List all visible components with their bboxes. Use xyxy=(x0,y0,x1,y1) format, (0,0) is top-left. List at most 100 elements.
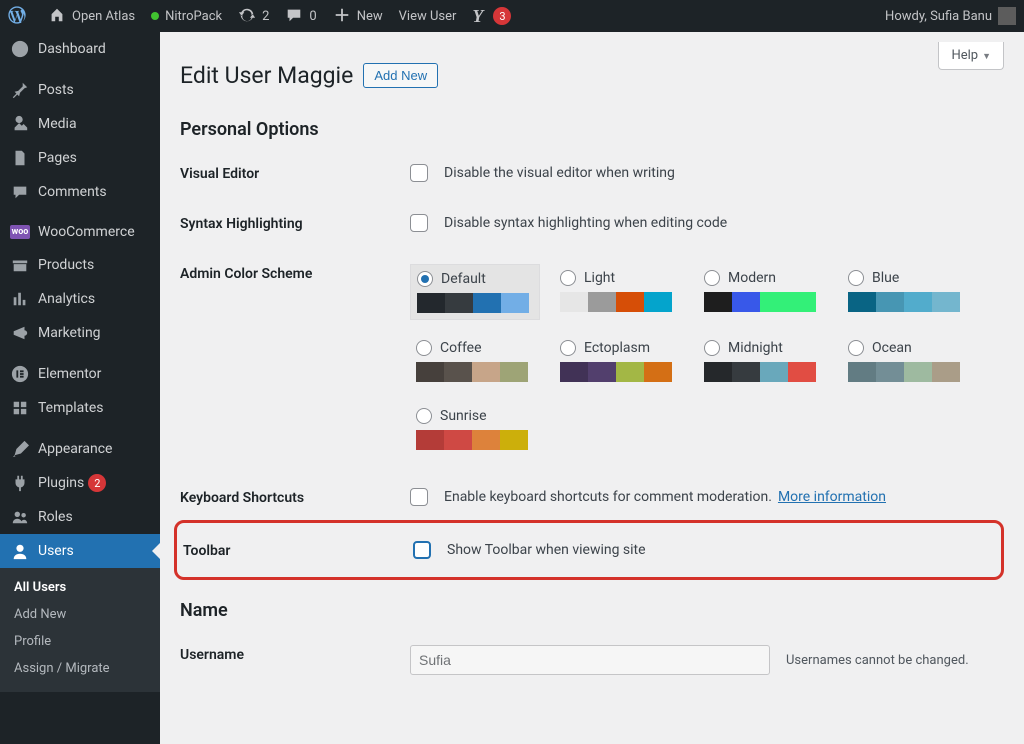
new-content-link[interactable]: New xyxy=(325,0,391,32)
comments-link[interactable]: 0 xyxy=(277,0,324,32)
swatch xyxy=(500,430,528,450)
wp-logo[interactable] xyxy=(0,0,40,32)
plugins-icon xyxy=(10,474,30,492)
swatch xyxy=(848,292,876,312)
sidebar-label: Users xyxy=(38,543,74,559)
keyboard-checkbox[interactable] xyxy=(410,488,428,506)
sidebar-label: Plugins xyxy=(38,475,84,491)
swatch xyxy=(473,293,501,313)
scheme-label: Blue xyxy=(872,270,899,286)
scheme-coffee[interactable]: Coffee xyxy=(410,334,540,388)
swatch xyxy=(417,293,445,313)
sidebar-item-woocommerce[interactable]: woo WooCommerce xyxy=(0,215,160,248)
scheme-sunrise[interactable]: Sunrise xyxy=(410,402,540,456)
scheme-blue[interactable]: Blue xyxy=(842,264,972,320)
sidebar-item-appearance[interactable]: Appearance xyxy=(0,431,160,466)
account-link[interactable]: Howdy, Sufia Banu xyxy=(877,0,1024,32)
syntax-text: Disable syntax highlighting when editing… xyxy=(444,215,727,231)
row-toolbar: Toolbar Show Toolbar when viewing site xyxy=(183,541,1001,559)
help-label: Help xyxy=(951,48,978,63)
help-tab[interactable]: Help ▼ xyxy=(938,42,1004,70)
sidebar-label: Media xyxy=(38,116,77,132)
sidebar-label: Products xyxy=(38,257,94,273)
row-syntax-highlighting: Syntax Highlighting Disable syntax highl… xyxy=(180,214,1004,232)
swatch xyxy=(472,430,500,450)
swatch xyxy=(560,362,588,382)
swatch xyxy=(444,430,472,450)
syntax-checkbox[interactable] xyxy=(410,214,428,232)
sidebar-item-dashboard[interactable]: Dashboard xyxy=(0,32,160,66)
sidebar-label: Marketing xyxy=(38,325,101,341)
sidebar-label: Comments xyxy=(38,184,107,200)
comments-count: 0 xyxy=(309,9,316,24)
sidebar-item-media[interactable]: Media xyxy=(0,107,160,141)
sidebar-label: Analytics xyxy=(38,291,95,307)
radio-icon xyxy=(848,270,864,286)
submenu-profile[interactable]: Profile xyxy=(0,628,160,655)
site-name-link[interactable]: Open Atlas xyxy=(40,0,143,32)
swatch xyxy=(704,292,732,312)
site-name-text: Open Atlas xyxy=(72,9,135,24)
scheme-ocean[interactable]: Ocean xyxy=(842,334,972,388)
sidebar-item-pages[interactable]: Pages xyxy=(0,141,160,175)
sidebar-item-products[interactable]: Products xyxy=(0,248,160,282)
comment-icon xyxy=(285,6,303,27)
scheme-midnight[interactable]: Midnight xyxy=(698,334,828,388)
scheme-label: Coffee xyxy=(440,340,482,356)
sidebar-label: Dashboard xyxy=(38,41,106,57)
sidebar-item-users[interactable]: Users xyxy=(0,534,160,568)
view-user-link[interactable]: View User xyxy=(391,0,465,32)
keyboard-text: Enable keyboard shortcuts for comment mo… xyxy=(444,489,772,505)
updates-link[interactable]: 2 xyxy=(230,0,277,32)
chevron-down-icon: ▼ xyxy=(982,52,991,62)
scheme-label: Midnight xyxy=(728,340,783,356)
keyboard-label: Keyboard Shortcuts xyxy=(180,488,410,506)
highlight-box: Toolbar Show Toolbar when viewing site xyxy=(174,520,1004,580)
submenu-all-users[interactable]: All Users xyxy=(0,574,160,601)
submenu-assign-migrate[interactable]: Assign / Migrate xyxy=(0,655,160,682)
scheme-modern[interactable]: Modern xyxy=(698,264,828,320)
toolbar-label: Toolbar xyxy=(183,541,413,559)
radio-icon xyxy=(416,340,432,356)
sidebar-item-marketing[interactable]: Marketing xyxy=(0,316,160,350)
swatch xyxy=(760,292,788,312)
nitropack-link[interactable]: NitroPack xyxy=(143,0,230,32)
scheme-ectoplasm[interactable]: Ectoplasm xyxy=(554,334,684,388)
radio-icon xyxy=(416,408,432,424)
products-icon xyxy=(10,256,30,274)
sidebar-item-plugins[interactable]: Plugins 2 xyxy=(0,466,160,500)
sidebar-item-roles[interactable]: Roles xyxy=(0,500,160,534)
visual-editor-checkbox[interactable] xyxy=(410,164,428,182)
sidebar-label: Roles xyxy=(38,509,73,525)
main-content: Help▼ Edit User Maggie Add New Personal … xyxy=(160,32,1024,744)
yoast-link[interactable]: Y 3 xyxy=(464,0,519,32)
sidebar-label: Appearance xyxy=(38,441,112,457)
templates-icon xyxy=(10,399,30,417)
swatch xyxy=(876,292,904,312)
yoast-badge: 3 xyxy=(493,7,511,25)
sidebar-item-analytics[interactable]: Analytics xyxy=(0,282,160,316)
nitropack-status-icon xyxy=(151,12,159,20)
username-desc: Usernames cannot be changed. xyxy=(786,653,969,668)
sidebar-item-posts[interactable]: Posts xyxy=(0,72,160,107)
toolbar-checkbox[interactable] xyxy=(413,541,431,559)
swatches xyxy=(416,362,534,382)
scheme-label: Light xyxy=(584,270,615,286)
scheme-light[interactable]: Light xyxy=(554,264,684,320)
visual-editor-label: Visual Editor xyxy=(180,164,410,182)
swatches xyxy=(848,292,966,312)
users-icon xyxy=(10,542,30,560)
scheme-default[interactable]: Default xyxy=(410,264,540,320)
submenu-add-new[interactable]: Add New xyxy=(0,601,160,628)
add-new-button[interactable]: Add New xyxy=(363,63,438,88)
sidebar-item-elementor[interactable]: Elementor xyxy=(0,356,160,391)
sidebar-item-templates[interactable]: Templates xyxy=(0,391,160,425)
sidebar-label: Templates xyxy=(38,400,104,416)
visual-editor-text: Disable the visual editor when writing xyxy=(444,165,675,181)
color-scheme-label: Admin Color Scheme xyxy=(180,264,410,282)
more-information-link[interactable]: More information xyxy=(778,489,886,505)
row-color-scheme: Admin Color Scheme Default Light Modern … xyxy=(180,264,1004,456)
sidebar-item-comments[interactable]: Comments xyxy=(0,175,160,209)
radio-icon xyxy=(560,340,576,356)
row-keyboard-shortcuts: Keyboard Shortcuts Enable keyboard short… xyxy=(180,488,1004,506)
